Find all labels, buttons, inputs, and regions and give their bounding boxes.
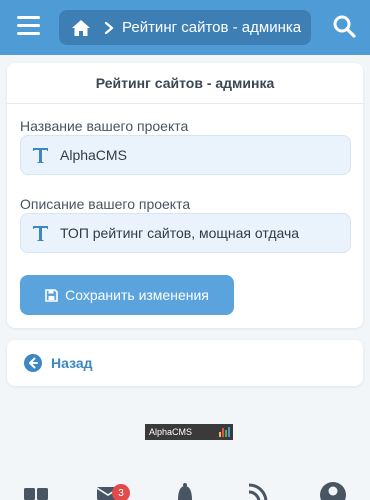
bell-icon[interactable] bbox=[175, 482, 195, 500]
site-counter-badge[interactable]: AlphaCMS bbox=[145, 424, 233, 440]
card-title: Рейтинг сайтов - админка bbox=[7, 63, 363, 104]
top-app-bar: Рейтинг сайтов - админка bbox=[0, 0, 370, 55]
project-description-field[interactable]: ТОП рейтинг сайтов, мощная отдача bbox=[20, 213, 351, 253]
mail-unread-badge: 3 bbox=[112, 484, 130, 500]
home-icon[interactable] bbox=[71, 19, 91, 37]
project-name-value: AlphaCMS bbox=[60, 147, 127, 163]
dashboard-icon[interactable] bbox=[24, 482, 50, 500]
save-changes-label: Сохранить изменения bbox=[65, 287, 209, 303]
counter-bars-icon bbox=[219, 427, 230, 437]
project-name-field[interactable]: AlphaCMS bbox=[20, 135, 351, 175]
rss-icon[interactable] bbox=[247, 482, 269, 500]
settings-card: Рейтинг сайтов - админка Название вашего… bbox=[7, 63, 363, 328]
text-icon bbox=[33, 147, 48, 163]
save-changes-button[interactable]: Сохранить изменения bbox=[20, 275, 234, 315]
search-icon[interactable] bbox=[332, 14, 356, 38]
counter-label: AlphaCMS bbox=[149, 427, 193, 437]
breadcrumb[interactable]: Рейтинг сайтов - админка bbox=[59, 10, 311, 45]
bottom-navigation bbox=[0, 474, 370, 500]
text-icon bbox=[33, 225, 48, 241]
back-label: Назад bbox=[51, 355, 93, 371]
chevron-right-icon bbox=[104, 21, 114, 34]
project-description-value: ТОП рейтинг сайтов, мощная отдача bbox=[60, 225, 300, 241]
user-icon[interactable] bbox=[320, 482, 346, 500]
back-link[interactable]: Назад bbox=[7, 340, 363, 386]
breadcrumb-title: Рейтинг сайтов - админка bbox=[122, 19, 302, 36]
hamburger-menu-icon[interactable] bbox=[15, 13, 43, 41]
project-description-label: Описание вашего проекта bbox=[20, 196, 191, 212]
project-name-label: Название вашего проекта bbox=[20, 118, 189, 134]
arrow-left-circle-icon bbox=[24, 354, 42, 372]
floppy-disk-icon bbox=[45, 288, 58, 302]
